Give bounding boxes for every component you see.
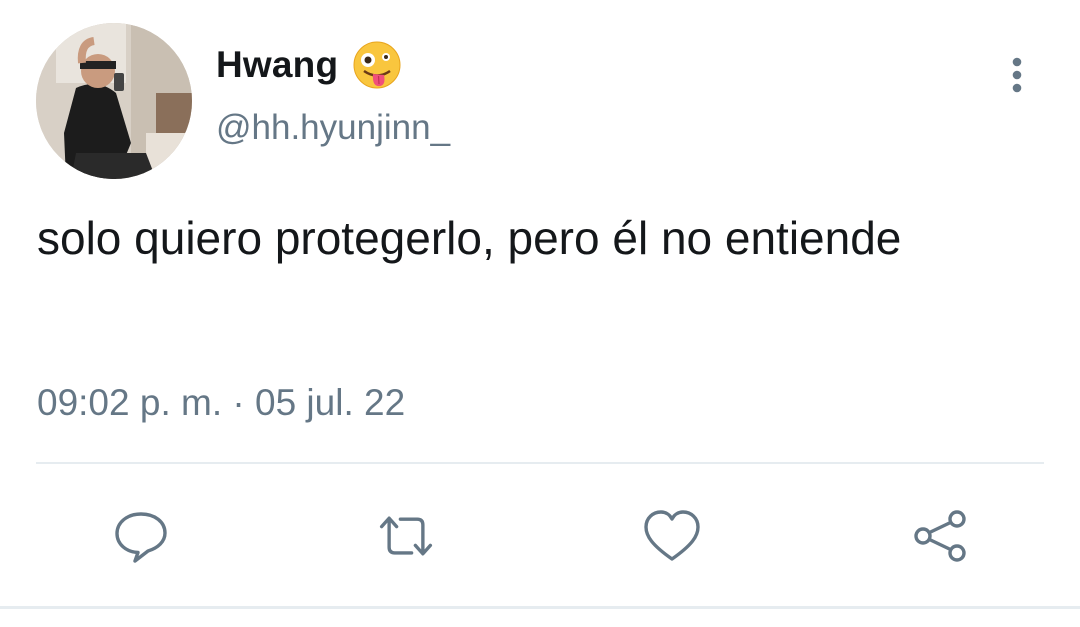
bottom-divider	[0, 606, 1080, 609]
user-handle[interactable]: @hh.hyunjinn_	[216, 108, 450, 148]
avatar[interactable]	[36, 23, 192, 179]
reply-icon	[115, 512, 167, 563]
share-button[interactable]	[910, 506, 970, 566]
zany-face-emoji	[353, 41, 401, 89]
tweet-timestamp[interactable]: 09:02 p. m. · 05 jul. 22	[37, 382, 405, 424]
retweet-button[interactable]	[376, 506, 436, 566]
more-options-button[interactable]	[1005, 56, 1029, 96]
heart-icon	[644, 510, 700, 561]
tweet-text: solo quiero protegerlo, pero él no entie…	[37, 212, 902, 264]
like-button[interactable]	[642, 506, 702, 566]
share-icon	[914, 510, 966, 562]
name-row: Hwang	[216, 38, 402, 92]
more-vertical-icon	[1012, 57, 1022, 93]
reply-button[interactable]	[111, 506, 171, 566]
divider	[36, 462, 1044, 464]
display-name[interactable]: Hwang	[216, 44, 338, 86]
retweet-icon	[379, 516, 433, 556]
